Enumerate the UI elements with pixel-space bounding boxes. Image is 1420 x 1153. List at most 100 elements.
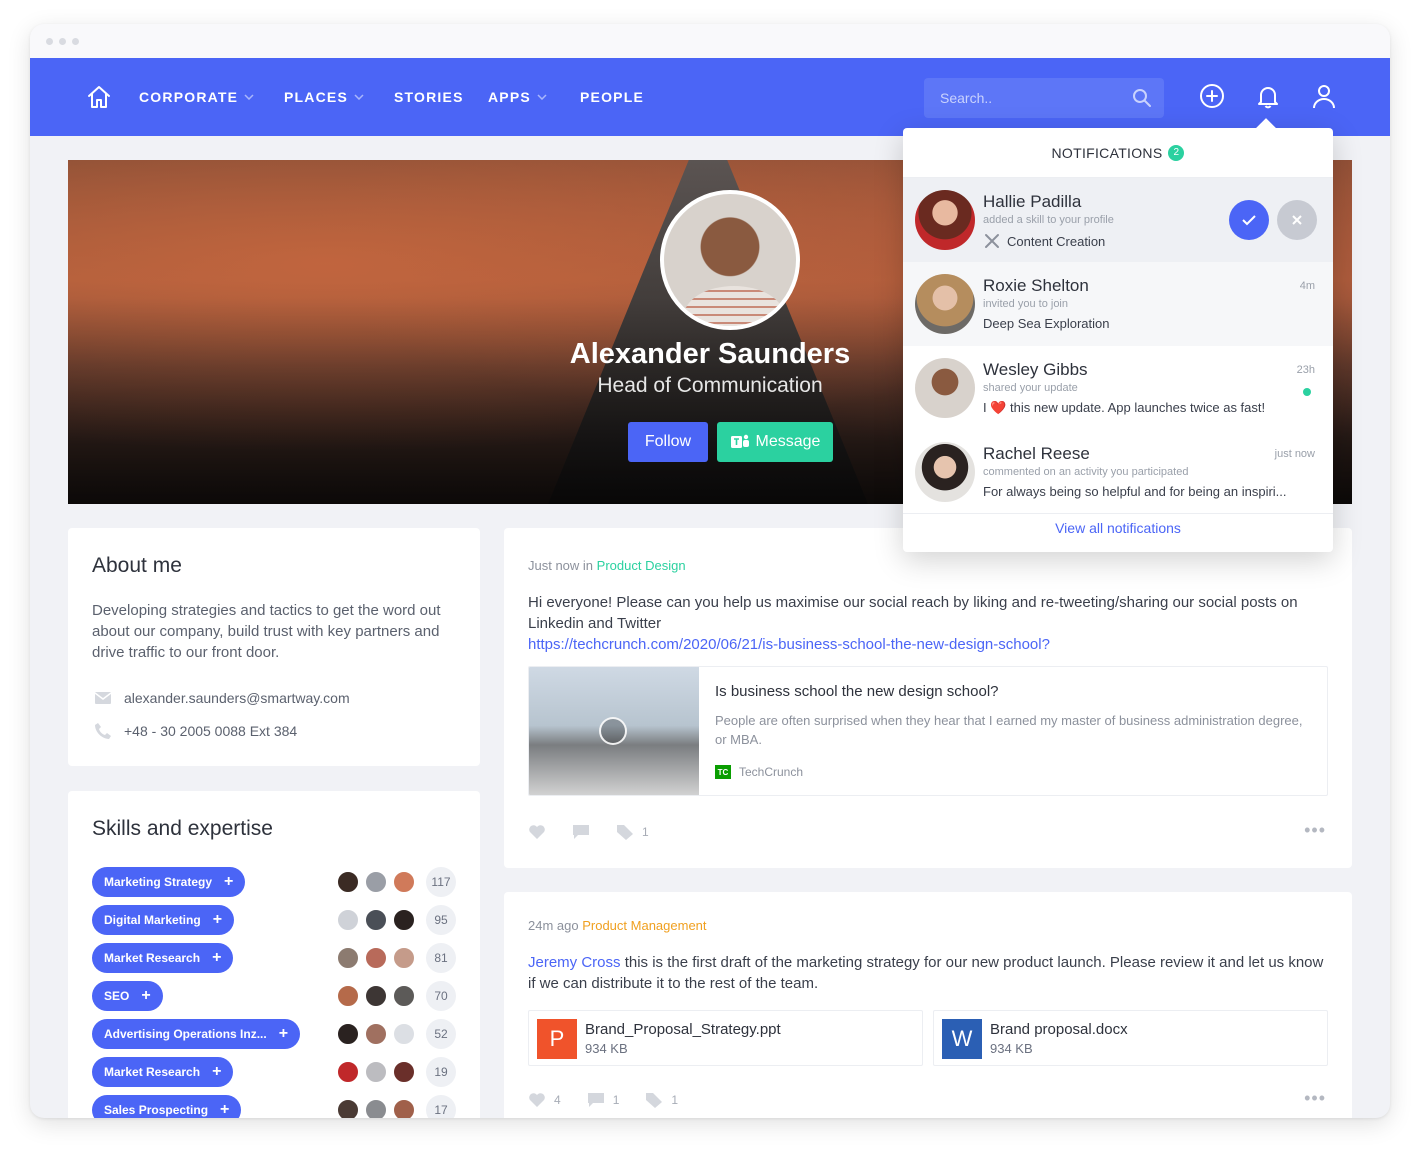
- endorsement-count[interactable]: 19: [426, 1057, 456, 1087]
- post-link[interactable]: https://techcrunch.com/2020/06/21/is-bus…: [528, 636, 1050, 653]
- skill-pill[interactable]: Market Research +: [92, 943, 234, 973]
- about-card: About me Developing strategies and tacti…: [68, 528, 480, 766]
- more-options-icon[interactable]: •••: [1304, 820, 1326, 841]
- powerpoint-icon: P: [537, 1019, 577, 1059]
- avatar: [336, 984, 360, 1008]
- play-icon[interactable]: [599, 717, 627, 745]
- plus-icon: +: [212, 949, 222, 966]
- comment-icon: [573, 825, 589, 839]
- nav-item-corporate[interactable]: CORPORATE: [139, 89, 254, 105]
- avatar: [336, 1060, 360, 1084]
- post-text: Jeremy Cross this is the first draft of …: [528, 954, 1324, 992]
- avatar: [336, 870, 360, 894]
- user-icon[interactable]: [1310, 82, 1338, 110]
- avatar: [336, 1098, 360, 1118]
- email-text[interactable]: alexander.saunders@smartway.com: [124, 690, 350, 706]
- about-text: Developing strategies and tactics to get…: [92, 602, 441, 661]
- add-circle-icon[interactable]: [1198, 82, 1226, 110]
- skill-row: Marketing Strategy + 117: [92, 867, 456, 897]
- post-actions: 4 1 1: [528, 1092, 678, 1108]
- post-card: Just now in Product Design Hi everyone! …: [504, 528, 1352, 868]
- tag-button[interactable]: 1: [645, 1092, 678, 1108]
- bell-icon[interactable]: [1254, 82, 1282, 110]
- window-dot: [46, 38, 53, 45]
- post-meta: 24m ago Product Management: [528, 918, 707, 933]
- avatar: [336, 908, 360, 932]
- home-icon[interactable]: [86, 84, 112, 110]
- email-row: alexander.saunders@smartway.com: [94, 690, 350, 706]
- comment-button[interactable]: [572, 824, 590, 840]
- chevron-down-icon: [354, 94, 364, 100]
- notifications-header: NOTIFICATIONS 2: [903, 128, 1333, 178]
- skills-title: Skills and expertise: [92, 817, 273, 840]
- search-input[interactable]: Search..: [924, 78, 1164, 118]
- nav-item-people[interactable]: PEOPLE: [580, 89, 644, 105]
- notification-item[interactable]: Roxie Shelton invited you to join Deep S…: [903, 262, 1333, 346]
- skill-pill[interactable]: SEO +: [92, 981, 163, 1011]
- file-size: 934 KB: [990, 1041, 1033, 1056]
- notification-time: just now: [1274, 448, 1315, 460]
- file-attachment[interactable]: P Brand_Proposal_Strategy.ppt 934 KB: [528, 1010, 923, 1066]
- notification-item[interactable]: Wesley Gibbs shared your update I ❤️ thi…: [903, 346, 1333, 430]
- avatar: [915, 442, 975, 502]
- notification-item[interactable]: Rachel Reese commented on an activity yo…: [903, 430, 1333, 514]
- post-card: 24m ago Product Management Jeremy Cross …: [504, 892, 1352, 1118]
- endorsement-count[interactable]: 117: [426, 867, 456, 897]
- tools-icon: [985, 234, 999, 248]
- like-button[interactable]: [528, 824, 546, 840]
- tag-button[interactable]: 1: [616, 824, 649, 840]
- avatar: [392, 870, 416, 894]
- avatar: [364, 870, 388, 894]
- file-attachment[interactable]: W Brand proposal.docx 934 KB: [933, 1010, 1328, 1066]
- plus-icon: +: [278, 1025, 289, 1042]
- link-preview[interactable]: Is business school the new design school…: [528, 666, 1328, 796]
- chevron-down-icon: [537, 94, 547, 100]
- avatar: [364, 984, 388, 1008]
- notification-item[interactable]: Hallie Padilla added a skill to your pro…: [903, 178, 1333, 262]
- chevron-down-icon: [244, 94, 254, 100]
- avatar: [392, 908, 416, 932]
- word-icon: W: [942, 1019, 982, 1059]
- more-options-icon[interactable]: •••: [1304, 1088, 1326, 1109]
- author-link[interactable]: Jeremy Cross: [528, 954, 621, 971]
- skill-row: Market Research + 19: [92, 1057, 456, 1087]
- preview-description: People are often surprised when they hea…: [715, 713, 1303, 747]
- message-button[interactable]: Message: [717, 422, 833, 462]
- plus-icon: +: [220, 1101, 230, 1118]
- post-category[interactable]: Product Design: [597, 558, 686, 573]
- skill-pill[interactable]: Sales Prospecting +: [92, 1095, 242, 1118]
- endorsement-count[interactable]: 81: [426, 943, 456, 973]
- endorsement-count[interactable]: 52: [426, 1019, 456, 1049]
- post-category[interactable]: Product Management: [582, 918, 706, 933]
- like-button[interactable]: 4: [528, 1092, 561, 1108]
- endorsement-count[interactable]: 95: [426, 905, 456, 935]
- post-meta: Just now in Product Design: [528, 558, 686, 573]
- view-all-notifications-link[interactable]: View all notifications: [903, 520, 1333, 536]
- window-dot: [59, 38, 66, 45]
- plus-icon: +: [141, 987, 151, 1004]
- nav-item-apps[interactable]: APPS: [488, 89, 547, 105]
- comment-button[interactable]: 1: [587, 1092, 619, 1108]
- profile-avatar: [660, 190, 800, 330]
- skill-pill[interactable]: Advertising Operations Inz... +: [92, 1019, 301, 1049]
- skill-pill[interactable]: Marketing Strategy +: [92, 867, 246, 897]
- nav-item-places[interactable]: PLACES: [284, 89, 364, 105]
- skill-row: Digital Marketing + 95: [92, 905, 456, 935]
- accept-button[interactable]: [1229, 200, 1269, 240]
- techcrunch-logo: TC: [715, 765, 731, 779]
- avatar: [392, 1098, 416, 1118]
- reject-button[interactable]: [1277, 200, 1317, 240]
- notification-count-badge: 2: [1168, 144, 1185, 161]
- search-icon[interactable]: [1132, 88, 1152, 108]
- follow-button[interactable]: Follow: [628, 422, 708, 462]
- plus-icon: +: [212, 1063, 222, 1080]
- avatar: [392, 946, 416, 970]
- skill-pill[interactable]: Market Research +: [92, 1057, 234, 1087]
- nav-item-stories[interactable]: STORIES: [394, 89, 464, 105]
- endorsement-count[interactable]: 17: [426, 1095, 456, 1118]
- endorsement-count[interactable]: 70: [426, 981, 456, 1011]
- phone-text[interactable]: +48 - 30 2005 0088 Ext 384: [124, 723, 297, 739]
- teams-icon: [730, 434, 749, 448]
- skill-pill[interactable]: Digital Marketing +: [92, 905, 235, 935]
- check-icon: [1242, 215, 1256, 226]
